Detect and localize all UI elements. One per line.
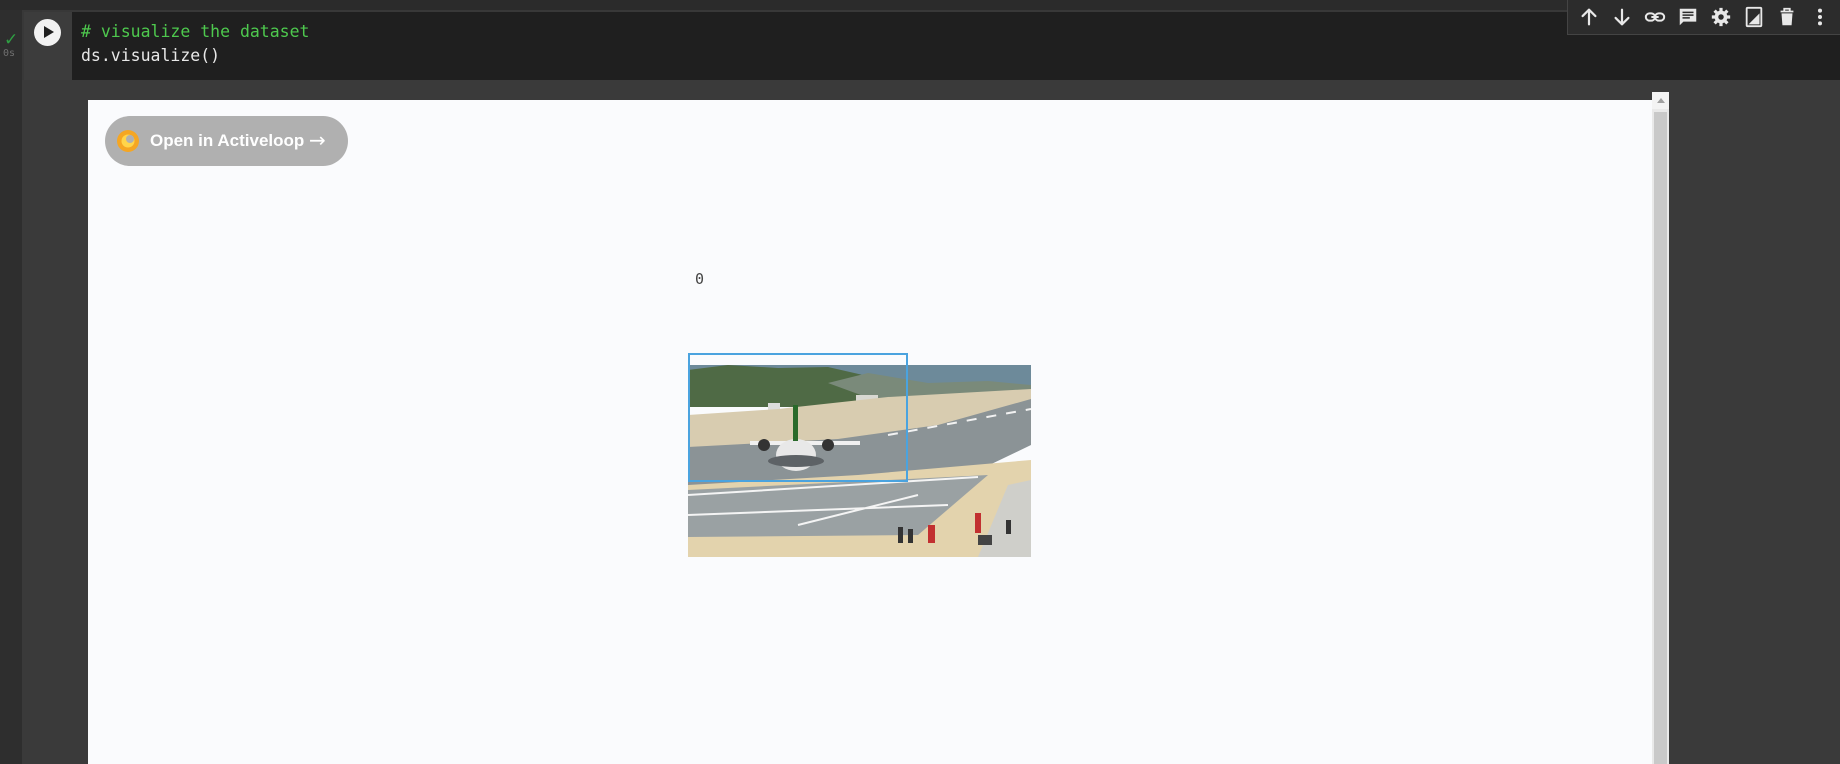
open-in-activeloop-label: Open in Activeloop xyxy=(150,131,305,150)
arrow-right-icon: → xyxy=(309,128,326,152)
code-line-comment: # visualize the dataset xyxy=(81,22,310,41)
mirror-cell-icon[interactable] xyxy=(1743,6,1765,28)
activeloop-logo-icon xyxy=(115,128,141,154)
cell-toolbar xyxy=(1567,0,1840,35)
comment-icon[interactable] xyxy=(1677,6,1699,28)
open-in-activeloop-button[interactable]: Open in Activeloop → xyxy=(105,116,348,166)
trash-icon[interactable] xyxy=(1776,6,1798,28)
execution-status-icon: ✓ xyxy=(4,30,19,50)
more-vert-icon[interactable] xyxy=(1809,6,1831,28)
cell-gutter: ✓ 0s xyxy=(0,10,22,764)
top-strip xyxy=(0,0,1840,10)
scroll-up-arrow-icon[interactable] xyxy=(1652,92,1669,109)
sample-index-label: 0 xyxy=(695,270,705,288)
arrow-up-icon[interactable] xyxy=(1578,6,1600,28)
output-scrollbar[interactable] xyxy=(1652,92,1669,764)
bounding-box-airplane xyxy=(688,353,908,482)
run-cell-button[interactable] xyxy=(34,19,61,46)
link-icon[interactable] xyxy=(1644,6,1666,28)
arrow-down-icon[interactable] xyxy=(1611,6,1633,28)
gear-icon[interactable] xyxy=(1710,6,1732,28)
code-line-statement: ds.visualize() xyxy=(81,46,221,65)
execution-time: 0s xyxy=(3,48,16,59)
scrollbar-thumb[interactable] xyxy=(1654,112,1667,764)
